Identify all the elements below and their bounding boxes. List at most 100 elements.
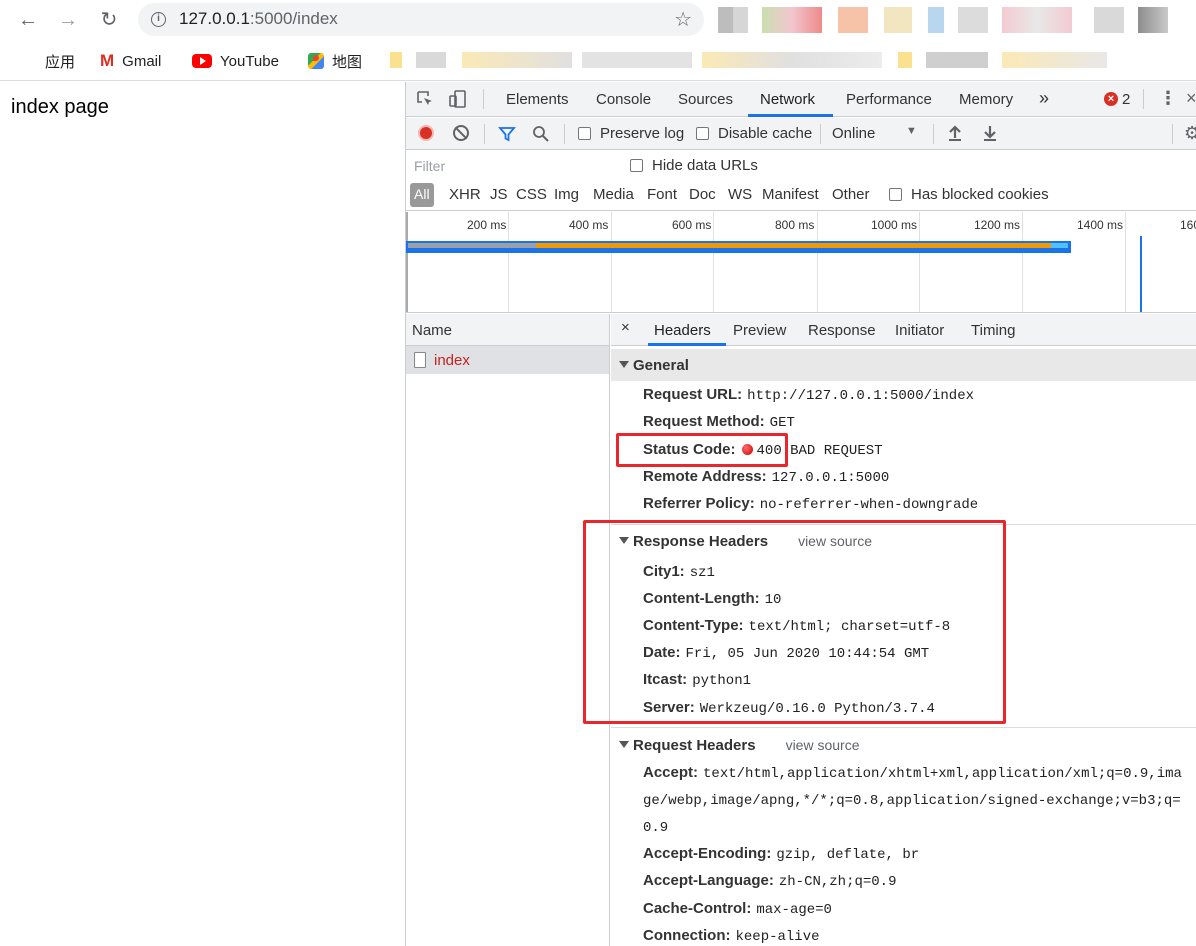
bookmark-star-icon[interactable]: ☆ xyxy=(674,7,692,32)
bookmark-apps[interactable]: 应用 xyxy=(21,51,75,71)
clear-icon[interactable] xyxy=(453,125,469,141)
bookmark-item[interactable] xyxy=(582,52,692,68)
extension-icon[interactable] xyxy=(884,7,912,33)
extension-icon[interactable] xyxy=(1094,7,1124,33)
maps-icon xyxy=(308,53,324,69)
type-filter-font[interactable]: Font xyxy=(647,186,677,203)
header-row: Request URL: http://127.0.0.1:5000/index xyxy=(643,386,975,404)
type-filter-js[interactable]: JS xyxy=(490,186,508,203)
import-har-icon[interactable] xyxy=(947,124,963,145)
throttling-select[interactable]: Online xyxy=(832,125,875,142)
waterfall-bar-download xyxy=(536,243,1051,248)
toolbar-divider xyxy=(1172,124,1173,144)
extension-icon[interactable] xyxy=(838,7,868,33)
view-source-link[interactable]: view source xyxy=(798,533,872,549)
tab-response[interactable]: Response xyxy=(808,322,876,339)
request-list-header[interactable]: Name xyxy=(406,314,609,346)
type-filter-xhr[interactable]: XHR xyxy=(449,186,481,203)
tab-headers[interactable]: Headers xyxy=(654,322,711,339)
type-filter-all[interactable]: All xyxy=(410,183,434,207)
tab-preview[interactable]: Preview xyxy=(733,322,786,339)
timeline-gridline xyxy=(713,212,714,312)
page-viewport: index page xyxy=(0,82,405,946)
tab-console[interactable]: Console xyxy=(596,91,651,108)
bookmark-item[interactable] xyxy=(1002,52,1107,68)
timeline-tick-label: 600 ms xyxy=(672,218,712,232)
network-timeline-overview[interactable]: 200 ms 400 ms 600 ms 800 ms 1000 ms 1200… xyxy=(406,212,1196,313)
devtools-tab-bar: Elements Console Sources Network Perform… xyxy=(406,82,1196,117)
section-request-headers-header[interactable]: Request Headers view source xyxy=(611,729,1196,761)
timeline-tick-label: 1400 ms xyxy=(1077,218,1124,232)
bookmark-youtube[interactable]: YouTube xyxy=(192,51,279,71)
forward-arrow-icon[interactable]: → xyxy=(54,6,82,34)
bookmark-folder-icon[interactable] xyxy=(898,52,912,68)
section-response-headers-header[interactable]: Response Headers view source xyxy=(611,525,1196,557)
type-filter-ws[interactable]: WS xyxy=(728,186,752,203)
type-filter-manifest[interactable]: Manifest xyxy=(762,186,819,203)
preserve-log-checkbox[interactable] xyxy=(578,127,591,140)
bookmark-item[interactable] xyxy=(416,52,446,68)
tab-memory[interactable]: Memory xyxy=(959,91,1013,108)
extension-icon[interactable] xyxy=(718,7,748,33)
tab-sources[interactable]: Sources xyxy=(678,91,733,108)
extension-icon[interactable] xyxy=(762,7,822,33)
filter-input[interactable] xyxy=(410,154,614,178)
page-content-text: index page xyxy=(11,96,109,118)
collapse-triangle-icon xyxy=(619,537,629,544)
hide-data-urls-checkbox[interactable] xyxy=(630,159,643,172)
extension-icon[interactable] xyxy=(928,7,944,33)
section-general-header[interactable]: General xyxy=(611,349,1196,381)
device-toolbar-icon[interactable] xyxy=(448,89,468,109)
type-filter-img[interactable]: Img xyxy=(554,186,579,203)
type-filter-doc[interactable]: Doc xyxy=(689,186,716,203)
type-filter-other[interactable]: Other xyxy=(832,186,870,203)
detail-tab-bar: × Headers Preview Response Initiator Tim… xyxy=(611,314,1196,346)
inspect-element-icon[interactable] xyxy=(416,90,434,108)
network-settings-gear-icon[interactable]: ⚙ xyxy=(1184,123,1196,144)
bookmark-item[interactable] xyxy=(926,52,988,68)
bookmark-maps[interactable]: 地图 xyxy=(308,51,362,71)
extension-icon[interactable] xyxy=(1002,7,1072,33)
header-row: Itcast: python1 xyxy=(643,671,751,689)
disable-cache-checkbox[interactable] xyxy=(696,127,709,140)
record-icon[interactable] xyxy=(418,125,434,141)
bookmark-item[interactable] xyxy=(702,52,882,68)
header-row: Accept-Encoding: gzip, deflate, br xyxy=(643,845,920,863)
type-filter-css[interactable]: CSS xyxy=(516,186,547,203)
profile-avatar[interactable] xyxy=(1138,7,1168,33)
tab-timing[interactable]: Timing xyxy=(971,322,1015,339)
bookmark-item[interactable] xyxy=(462,52,572,68)
error-count[interactable]: 2 xyxy=(1122,91,1130,108)
url-text[interactable]: 127.0.0.1:5000/index xyxy=(179,9,338,29)
address-bar[interactable]: i 127.0.0.1:5000/index ☆ xyxy=(138,3,704,36)
request-name[interactable]: index xyxy=(434,352,470,369)
bookmark-folder-icon[interactable] xyxy=(390,52,402,68)
has-blocked-cookies-checkbox[interactable] xyxy=(889,188,902,201)
request-list: Name index xyxy=(406,314,610,946)
back-arrow-icon[interactable]: ← xyxy=(14,6,42,34)
bookmark-gmail[interactable]: M Gmail xyxy=(100,51,161,71)
close-devtools-icon[interactable]: × xyxy=(1186,88,1196,109)
dropdown-arrow-icon[interactable]: ▼ xyxy=(906,125,917,137)
filter-funnel-icon[interactable] xyxy=(498,125,516,146)
request-row[interactable]: index xyxy=(406,346,609,374)
tab-initiator[interactable]: Initiator xyxy=(895,322,944,339)
export-har-icon[interactable] xyxy=(982,124,998,145)
view-source-link[interactable]: view source xyxy=(786,737,860,753)
header-row: Server: Werkzeug/0.16.0 Python/3.7.4 xyxy=(643,699,935,717)
more-tabs-icon[interactable]: » xyxy=(1039,88,1049,109)
extension-icon[interactable] xyxy=(958,7,988,33)
timeline-gridline xyxy=(919,212,920,312)
reload-icon[interactable]: ↻ xyxy=(95,6,123,34)
preserve-log-label: Preserve log xyxy=(600,125,685,142)
more-options-kebab-icon[interactable]: ⋮ xyxy=(1159,88,1177,108)
type-filter-media[interactable]: Media xyxy=(593,186,634,203)
hide-data-urls-label: Hide data URLs xyxy=(652,157,758,174)
close-detail-icon[interactable]: × xyxy=(621,319,630,336)
tab-performance[interactable]: Performance xyxy=(846,91,932,108)
info-icon[interactable]: i xyxy=(151,12,166,27)
search-icon[interactable] xyxy=(532,125,550,146)
tab-elements[interactable]: Elements xyxy=(506,91,569,108)
error-icon[interactable]: × xyxy=(1104,92,1118,106)
tab-network[interactable]: Network xyxy=(760,91,815,108)
